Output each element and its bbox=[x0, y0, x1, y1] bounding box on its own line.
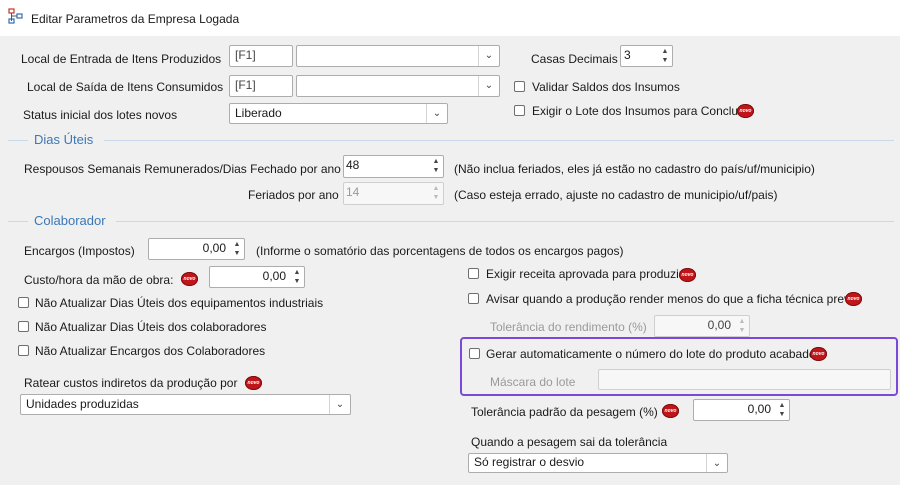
local-saida-code-input[interactable]: [F1] bbox=[229, 75, 293, 97]
encargos-value: 0,00 bbox=[202, 241, 226, 255]
window-title: Editar Parametros da Empresa Logada bbox=[31, 12, 240, 26]
local-entrada-label: Local de Entrada de Itens Produzidos bbox=[21, 52, 222, 66]
status-label: Status inicial dos lotes novos bbox=[23, 108, 178, 122]
tolerancia-pesagem-stepper[interactable]: 0,00 ▲ ▼ bbox=[693, 399, 790, 421]
ratear-select[interactable]: Unidades produzidas ⌄ bbox=[20, 394, 351, 415]
spin-arrows-icon[interactable]: ▲ ▼ bbox=[292, 268, 302, 286]
repousos-value: 48 bbox=[346, 158, 360, 172]
section-divider bbox=[8, 140, 28, 141]
ratear-value: Unidades produzidas bbox=[26, 397, 139, 411]
tolerancia-rendimento-stepper[interactable]: 0,00 ▲ ▼ bbox=[654, 315, 750, 337]
local-entrada-code-input[interactable]: [F1] bbox=[229, 45, 293, 67]
colaborador-heading: Colaborador bbox=[34, 213, 106, 228]
tolerancia-pesagem-label: Tolerância padrão da pesagem (%) bbox=[471, 405, 658, 419]
novo-badge-icon: novo bbox=[737, 104, 754, 118]
spin-arrows-icon[interactable]: ▲ ▼ bbox=[777, 401, 787, 419]
custo-hora-label: Custo/hora da mão de obra: bbox=[24, 273, 174, 287]
section-divider bbox=[8, 221, 28, 222]
section-divider bbox=[104, 140, 894, 141]
novo-badge-icon: novo bbox=[679, 268, 696, 282]
local-saida-label: Local de Saída de Itens Consumidos bbox=[27, 80, 224, 94]
dialog-window: Editar Parametros da Empresa Logada Loca… bbox=[0, 0, 900, 485]
quando-pesagem-select[interactable]: Só registrar o desvio ⌄ bbox=[468, 453, 728, 473]
nao-atualizar-equip-checkbox[interactable] bbox=[18, 297, 29, 308]
status-select[interactable]: Liberado ⌄ bbox=[229, 103, 448, 124]
novo-badge-icon: novo bbox=[662, 404, 679, 418]
validar-saldos-label: Validar Saldos dos Insumos bbox=[532, 80, 680, 94]
quando-pesagem-value: Só registrar o desvio bbox=[474, 455, 585, 469]
casas-decimais-label: Casas Decimais bbox=[531, 52, 618, 66]
mascara-lote-label: Máscara do lote bbox=[490, 375, 576, 389]
nao-atualizar-colab-label: Não Atualizar Dias Úteis dos colaborador… bbox=[35, 320, 267, 334]
local-saida-select[interactable]: ⌄ bbox=[296, 75, 500, 97]
feriados-hint: (Caso esteja errado, ajuste no cadastro … bbox=[454, 188, 778, 202]
exigir-lote-insumos-checkbox[interactable] bbox=[514, 105, 525, 116]
novo-badge-icon: novo bbox=[245, 376, 262, 390]
feriados-label: Feriados por ano bbox=[248, 188, 339, 202]
spin-arrows-icon[interactable]: ▲ ▼ bbox=[232, 240, 242, 258]
tolerancia-rendimento-label: Tolerância do rendimento (%) bbox=[490, 320, 647, 334]
tolerancia-pesagem-value: 0,00 bbox=[747, 402, 771, 416]
title-bar: Editar Parametros da Empresa Logada bbox=[0, 0, 900, 36]
dias-uteis-heading: Dias Úteis bbox=[34, 132, 94, 147]
avisar-producao-label: Avisar quando a produção render menos do… bbox=[486, 292, 860, 306]
exigir-receita-label: Exigir receita aprovada para produzir bbox=[486, 267, 683, 281]
gerar-lote-label: Gerar automaticamente o número do lote d… bbox=[486, 347, 816, 361]
quando-pesagem-label: Quando a pesagem sai da tolerância bbox=[471, 435, 668, 449]
spin-arrows-icon[interactable]: ▲ ▼ bbox=[737, 317, 747, 335]
status-value: Liberado bbox=[235, 106, 282, 120]
chevron-down-icon[interactable]: ⌄ bbox=[426, 104, 447, 123]
chevron-down-icon[interactable]: ⌄ bbox=[329, 395, 350, 414]
encargos-stepper[interactable]: 0,00 ▲ ▼ bbox=[148, 238, 245, 260]
chevron-down-icon[interactable]: ⌄ bbox=[706, 454, 727, 472]
local-entrada-select[interactable]: ⌄ bbox=[296, 45, 500, 67]
custo-hora-value: 0,00 bbox=[262, 269, 286, 283]
spin-arrows-icon[interactable]: ▲ ▼ bbox=[431, 184, 441, 202]
chevron-down-icon[interactable]: ⌄ bbox=[478, 46, 499, 66]
chevron-down-icon[interactable]: ⌄ bbox=[478, 76, 499, 96]
nao-atualizar-colab-checkbox[interactable] bbox=[18, 321, 29, 332]
nao-atualizar-encargos-checkbox[interactable] bbox=[18, 345, 29, 356]
novo-badge-icon: novo bbox=[181, 272, 198, 286]
avisar-producao-checkbox[interactable] bbox=[468, 293, 479, 304]
feriados-value: 14 bbox=[346, 185, 360, 199]
feriados-stepper[interactable]: 14 ▲ ▼ bbox=[343, 182, 444, 205]
local-entrada-code: [F1] bbox=[235, 48, 256, 62]
ratear-label: Ratear custos indiretos da produção por bbox=[24, 376, 238, 390]
repousos-label: Respousos Semanais Remunerados/Dias Fech… bbox=[24, 162, 341, 176]
app-icon bbox=[8, 8, 23, 24]
spin-arrows-icon[interactable]: ▲ ▼ bbox=[431, 157, 441, 175]
local-saida-code: [F1] bbox=[235, 78, 256, 92]
nao-atualizar-equip-label: Não Atualizar Dias Úteis dos equipamento… bbox=[35, 296, 324, 310]
custo-hora-stepper[interactable]: 0,00 ▲ ▼ bbox=[209, 266, 305, 288]
novo-badge-icon: novo bbox=[845, 292, 862, 306]
nao-atualizar-encargos-label: Não Atualizar Encargos dos Colaboradores bbox=[35, 344, 266, 358]
tolerancia-rendimento-value: 0,00 bbox=[707, 318, 731, 332]
validar-saldos-checkbox[interactable] bbox=[514, 81, 525, 92]
gerar-lote-checkbox[interactable] bbox=[469, 348, 480, 359]
novo-badge-icon: novo bbox=[810, 347, 827, 361]
spin-arrows-icon[interactable]: ▲ ▼ bbox=[660, 47, 670, 65]
mascara-lote-input[interactable] bbox=[598, 369, 891, 390]
exigir-lote-insumos-label: Exigir o Lote dos Insumos para Concluir bbox=[532, 104, 745, 118]
casas-decimais-stepper[interactable]: 3 ▲ ▼ bbox=[620, 45, 673, 67]
repousos-stepper[interactable]: 48 ▲ ▼ bbox=[343, 155, 444, 178]
exigir-receita-checkbox[interactable] bbox=[468, 268, 479, 279]
repousos-hint: (Não inclua feriados, eles já estão no c… bbox=[454, 162, 815, 176]
encargos-label: Encargos (Impostos) bbox=[24, 244, 135, 258]
encargos-hint: (Informe o somatório das porcentagens de… bbox=[256, 244, 624, 258]
section-divider bbox=[116, 221, 894, 222]
casas-decimais-value: 3 bbox=[624, 48, 631, 62]
